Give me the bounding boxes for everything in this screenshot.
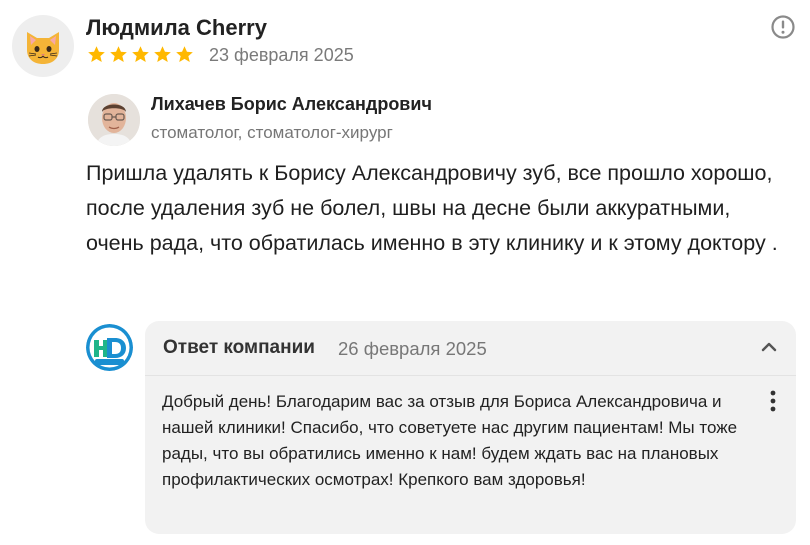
reply-date: 26 февраля 2025: [338, 338, 487, 359]
star-icon: [110, 46, 127, 63]
cat-face-icon: [27, 32, 59, 64]
more-vertical-icon[interactable]: [763, 388, 783, 416]
doctor-photo[interactable]: [88, 94, 140, 146]
rating-stars: [86, 44, 195, 66]
author-name[interactable]: Людмила Cherry: [86, 15, 267, 41]
chevron-up-icon[interactable]: [758, 336, 780, 358]
reply-text: Добрый день! Благодарим вас за отзыв для…: [162, 392, 738, 489]
doctor-specialty: стоматолог, стоматолог-хирург: [151, 123, 393, 142]
doctor-portrait-icon: [88, 94, 140, 146]
reply-divider: [145, 375, 796, 376]
reply-title: Ответ компании: [163, 337, 315, 358]
clinic-logo-icon: [86, 324, 133, 371]
star-icon: [88, 46, 105, 63]
exclamation-circle-icon[interactable]: [770, 14, 796, 40]
review-text: Пришла удалять к Борису Александровичу з…: [86, 161, 778, 255]
star-icon: [176, 46, 193, 63]
star-icon: [132, 46, 149, 63]
author-avatar[interactable]: [12, 15, 74, 77]
review-date: 23 февраля 2025: [209, 45, 354, 65]
star-icon: [154, 46, 171, 63]
doctor-name[interactable]: Лихачев Борис Александрович: [151, 94, 432, 115]
company-logo[interactable]: [86, 324, 133, 371]
